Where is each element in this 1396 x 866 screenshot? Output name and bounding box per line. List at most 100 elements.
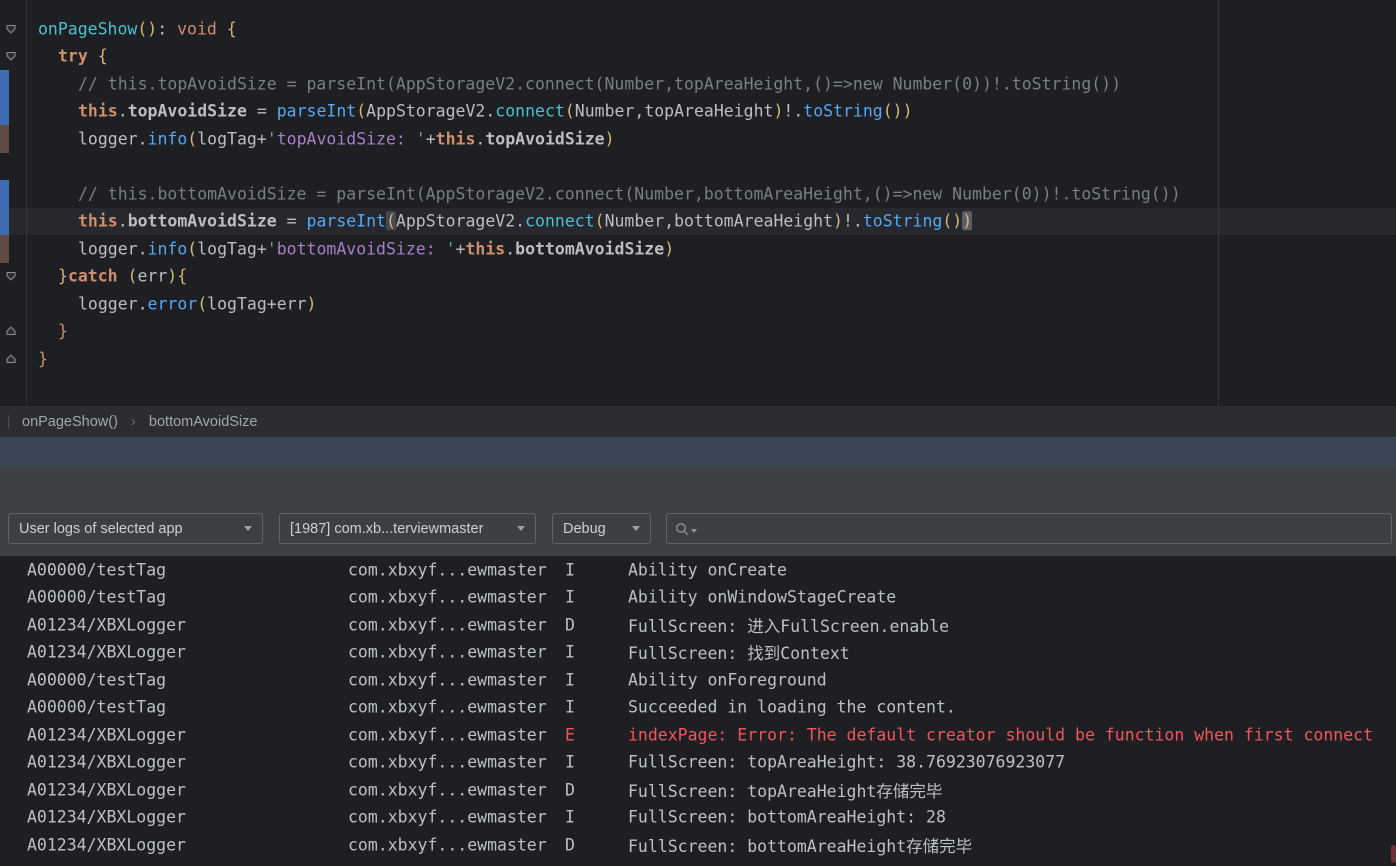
code-token: // this.bottomAvoidSize = parseInt(AppSt… (78, 184, 1181, 203)
code-line[interactable]: // this.topAvoidSize = parseInt(AppStora… (0, 70, 1396, 98)
log-row[interactable]: A01234/XBXLoggercom.xbxyf...ewmasterIFul… (0, 804, 1396, 832)
log-pkg: com.xbxyf...ewmaster (348, 835, 547, 854)
code-token: ' (267, 129, 277, 148)
code-token: logger. (78, 239, 148, 258)
log-source-dropdown-value: User logs of selected app (19, 521, 236, 537)
code-token: ) (903, 102, 913, 121)
code-editor[interactable]: onPageShow(): void {try {// this.topAvoi… (0, 0, 1396, 406)
log-msg: Succeeded in loading the content. (628, 698, 956, 717)
log-msg: FullScreen: bottomAreaHeight存储完毕 (628, 833, 972, 857)
log-pkg: com.xbxyf...ewmaster (348, 808, 547, 827)
code-token: . (118, 102, 128, 121)
log-row[interactable]: A01234/XBXLoggercom.xbxyf...ewmasterEind… (0, 721, 1396, 749)
log-row[interactable]: A00000/testTagcom.xbxyf...ewmasterISucce… (0, 694, 1396, 722)
code-text: } (58, 318, 68, 346)
log-row[interactable]: A01234/XBXLoggercom.xbxyf...ewmasterDFul… (0, 776, 1396, 804)
log-pkg: com.xbxyf...ewmaster (348, 643, 547, 662)
code-line[interactable]: this.topAvoidSize = parseInt(AppStorageV… (0, 98, 1396, 126)
code-text: this.topAvoidSize = parseInt(AppStorageV… (78, 98, 913, 126)
panel-splitter-band[interactable] (0, 437, 1396, 466)
code-token: ( (595, 212, 605, 231)
code-token: void (177, 19, 217, 38)
breadcrumb-item-field[interactable]: bottomAvoidSize (149, 414, 258, 430)
code-token: ' (416, 129, 426, 148)
breadcrumb-item-method[interactable]: onPageShow() (22, 414, 118, 430)
code-token: ) (962, 212, 972, 231)
log-pkg: com.xbxyf...ewmaster (348, 670, 547, 689)
log-lvl: E (565, 725, 575, 744)
log-row[interactable]: A01234/XBXLoggercom.xbxyf...ewmasterIFul… (0, 749, 1396, 777)
code-token: parseInt (277, 102, 356, 121)
log-level-dropdown[interactable]: Debug (552, 513, 651, 544)
log-msg: indexPage: Error: The default creator sh… (628, 725, 1373, 744)
fold-toggle-icon[interactable] (4, 352, 18, 366)
chevron-down-icon (244, 526, 252, 531)
hilog-toolbar: User logs of selected app [1987] com.xb.… (0, 466, 1396, 556)
code-line[interactable] (0, 153, 1396, 181)
log-msg: Ability onForeground (628, 670, 827, 689)
log-source-dropdown[interactable]: User logs of selected app (8, 513, 263, 544)
log-row[interactable]: A00000/testTagcom.xbxyf...ewmasterIAbili… (0, 584, 1396, 612)
log-tag: A01234/XBXLogger (27, 643, 186, 662)
log-row[interactable]: A00000/testTagcom.xbxyf...ewmasterIAbili… (0, 666, 1396, 694)
code-text: // this.bottomAvoidSize = parseInt(AppSt… (78, 180, 1181, 208)
log-row[interactable]: A01234/XBXLoggercom.xbxyf...ewmasterIFul… (0, 639, 1396, 667)
code-text: this.bottomAvoidSize = parseInt(AppStora… (78, 208, 972, 236)
code-token: ) (833, 212, 843, 231)
log-level-dropdown-value: Debug (563, 521, 624, 537)
code-line[interactable]: // this.bottomAvoidSize = parseInt(AppSt… (0, 180, 1396, 208)
code-line[interactable]: logger.info(logTag+'bottomAvoidSize: '+t… (0, 235, 1396, 263)
code-token: err (137, 267, 167, 286)
vcs-change-marker[interactable] (0, 98, 9, 126)
right-margin-guide (1218, 0, 1219, 406)
log-tag: A00000/testTag (27, 560, 166, 579)
log-search-field[interactable] (666, 513, 1392, 544)
log-row[interactable]: A01234/XBXLoggercom.xbxyf...ewmasterDFul… (0, 831, 1396, 859)
breadcrumb: onPageShow() › bottomAvoidSize (0, 406, 1396, 437)
search-input[interactable] (703, 520, 1383, 538)
code-token: topAvoidSize (128, 102, 247, 121)
code-token: + (426, 129, 436, 148)
code-line[interactable]: logger.info(logTag+'topAvoidSize: '+this… (0, 125, 1396, 153)
code-token: toString (803, 102, 882, 121)
code-line[interactable]: logger.error(logTag+err) (0, 290, 1396, 318)
vcs-change-marker[interactable] (0, 208, 9, 236)
code-token: error (148, 294, 198, 313)
code-token: ) (773, 102, 783, 121)
scrollbar-error-mark[interactable] (1391, 845, 1396, 863)
code-token: . (475, 129, 485, 148)
fold-toggle-icon[interactable] (4, 269, 18, 283)
code-line[interactable]: }catch (err){ (0, 263, 1396, 291)
log-pkg: com.xbxyf...ewmaster (348, 698, 547, 717)
vcs-change-marker[interactable] (0, 180, 9, 208)
vcs-change-marker[interactable] (0, 125, 9, 153)
code-token: ) (664, 239, 674, 258)
code-line-current[interactable]: this.bottomAvoidSize = parseInt(AppStora… (0, 208, 1396, 236)
chevron-down-icon (632, 526, 640, 531)
code-token: this (465, 239, 505, 258)
code-line[interactable]: try { (0, 43, 1396, 71)
log-row[interactable]: A01234/XBXLoggercom.xbxyf...ewmasterDFul… (0, 611, 1396, 639)
fold-toggle-icon[interactable] (4, 49, 18, 63)
vcs-change-marker[interactable] (0, 235, 9, 263)
log-row[interactable]: A00000/testTagcom.xbxyf...ewmasterIAbili… (0, 556, 1396, 584)
code-line[interactable]: } (0, 345, 1396, 373)
gutter-border (26, 0, 27, 406)
code-token: ( (128, 267, 138, 286)
code-token: onPageShow (38, 19, 137, 38)
vcs-change-marker[interactable] (0, 70, 9, 98)
fold-toggle-icon[interactable] (4, 324, 18, 338)
code-line[interactable]: onPageShow(): void { (0, 15, 1396, 43)
code-token: ' (446, 239, 456, 258)
log-tag: A00000/testTag (27, 670, 166, 689)
code-token: + (257, 239, 267, 258)
code-token: bottomAvoidSize (128, 212, 277, 231)
code-token: } (38, 349, 48, 368)
code-token: . (505, 239, 515, 258)
code-token: bottomAvoidSize (515, 239, 664, 258)
code-token: logTag+err (207, 294, 306, 313)
fold-toggle-icon[interactable] (4, 22, 18, 36)
code-line[interactable]: } (0, 318, 1396, 346)
process-dropdown[interactable]: [1987] com.xb...terviewmaster (279, 513, 536, 544)
code-token: Number,bottomAreaHeight (605, 212, 833, 231)
